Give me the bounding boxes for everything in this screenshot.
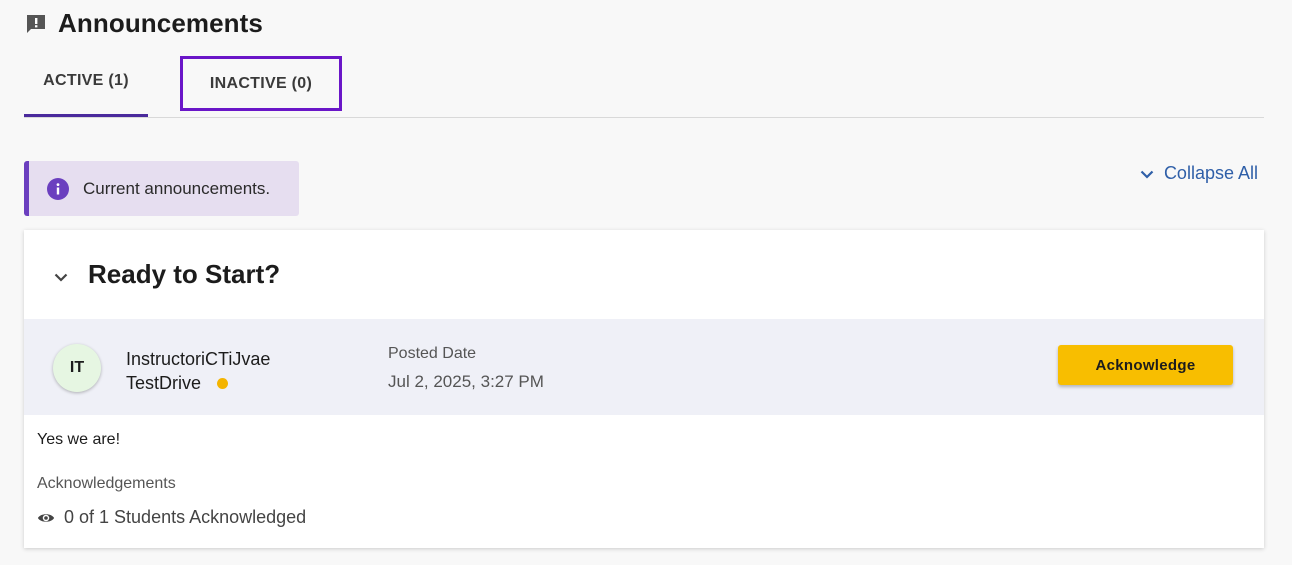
announcement-title: Ready to Start? bbox=[88, 259, 281, 289]
info-banner-text: Current announcements. bbox=[83, 178, 271, 198]
author-name: InstructoriCTiJvae TestDrive bbox=[126, 347, 270, 395]
author-name-line1: InstructoriCTiJvae bbox=[126, 349, 271, 369]
expand-toggle-icon[interactable] bbox=[52, 266, 70, 284]
collapse-all-button[interactable]: Collapse All bbox=[1138, 163, 1258, 184]
tab-inactive[interactable]: INACTIVE (0) bbox=[180, 56, 342, 111]
announcement-header[interactable]: Ready to Start? bbox=[24, 230, 1264, 319]
tab-bar: ACTIVE (1) INACTIVE (0) bbox=[24, 56, 1264, 118]
chevron-down-icon bbox=[1138, 165, 1156, 183]
page-title: Announcements bbox=[58, 8, 263, 38]
page-header: Announcements bbox=[24, 8, 263, 39]
announcements-page: Announcements ACTIVE (1) INACTIVE (0) Cu… bbox=[0, 0, 1292, 565]
announcement-card: Ready to Start? IT InstructoriCTiJvae Te… bbox=[24, 230, 1264, 548]
announcement-icon bbox=[24, 12, 48, 36]
info-banner: Current announcements. bbox=[24, 161, 299, 216]
acknowledge-button[interactable]: Acknowledge bbox=[1058, 345, 1233, 385]
info-icon bbox=[47, 177, 69, 200]
acknowledgements-heading: Acknowledgements bbox=[37, 475, 176, 492]
avatar: IT bbox=[53, 344, 101, 392]
acknowledgements-count: 0 of 1 Students Acknowledged bbox=[37, 507, 306, 528]
announcement-body: Yes we are! bbox=[37, 431, 121, 448]
acknowledgements-count-text: 0 of 1 Students Acknowledged bbox=[64, 507, 307, 527]
collapse-all-label: Collapse All bbox=[1163, 163, 1258, 183]
posted-date-label: Posted Date bbox=[388, 345, 477, 362]
posted-info: Posted Date Jul 2, 2025, 3:27 PM bbox=[388, 345, 544, 392]
eye-icon bbox=[37, 509, 55, 527]
announcement-meta: IT InstructoriCTiJvae TestDrive Posted D… bbox=[24, 319, 1264, 415]
status-dot-icon bbox=[217, 377, 229, 389]
posted-date-value: Jul 2, 2025, 3:27 PM bbox=[388, 372, 544, 391]
author-name-line2: TestDrive bbox=[126, 373, 202, 393]
tab-active[interactable]: ACTIVE (1) bbox=[24, 56, 148, 117]
